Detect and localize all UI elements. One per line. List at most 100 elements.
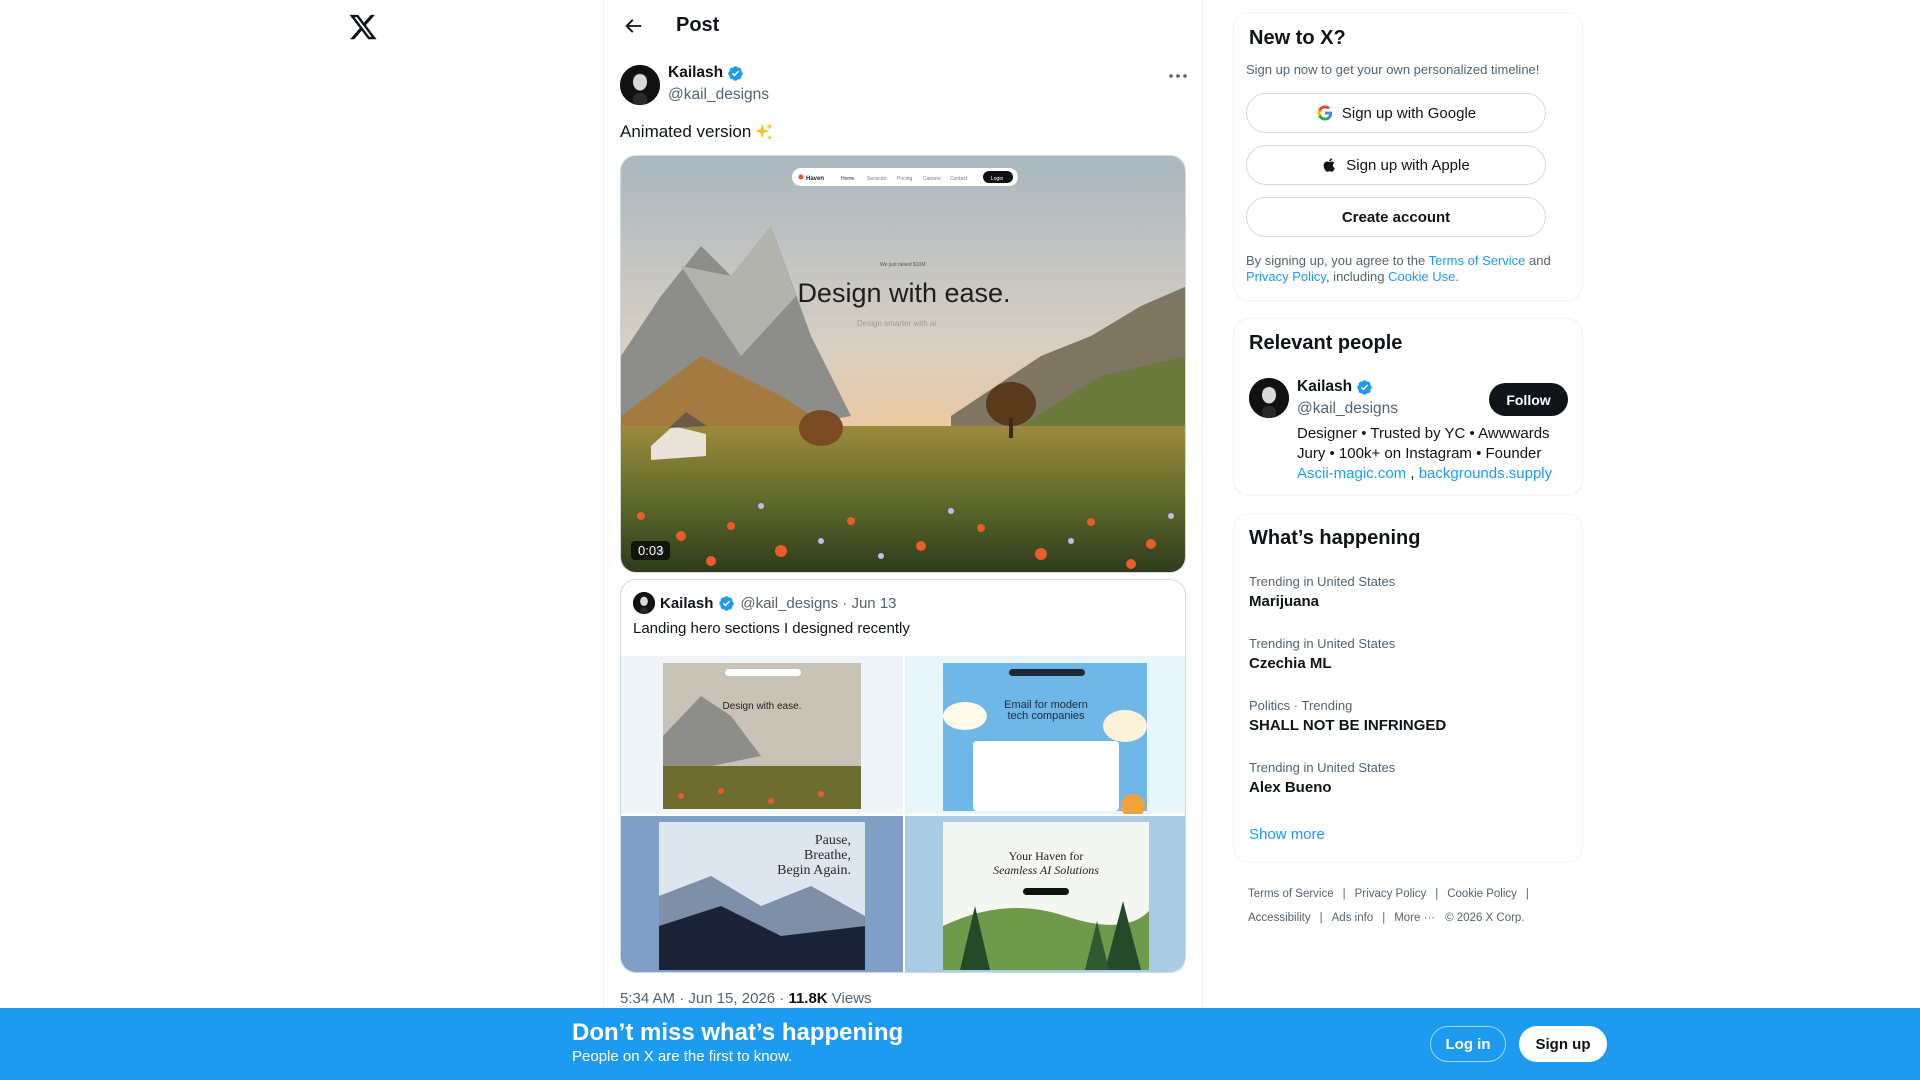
quote-author-name: Kailash bbox=[660, 594, 714, 612]
bio-text: Designer • Trusted by YC • Awwwards Jury… bbox=[1297, 425, 1550, 462]
signup-terms: By signing up, you agree to the Terms of… bbox=[1246, 253, 1576, 285]
login-button[interactable]: Log in bbox=[1430, 1026, 1506, 1062]
relevant-people-title: Relevant people bbox=[1249, 332, 1403, 354]
bottom-signup-banner: Don’t miss what’s happening People on X … bbox=[0, 1008, 1920, 1080]
timestamp-text[interactable]: 5:34 AM · Jun 15, 2026 · bbox=[620, 990, 788, 1007]
post-column: Post Kailash @kail_designs Animated vers… bbox=[603, 0, 1203, 1080]
bio-separator: , bbox=[1406, 465, 1419, 482]
sidebar-footer: Terms of Service | Privacy Policy | Cookie P… bbox=[1248, 882, 1578, 930]
quote-image-4[interactable]: Your Haven for Seamless AI Solutions bbox=[905, 816, 1185, 972]
author-name-text[interactable]: Kailash bbox=[668, 64, 723, 82]
footer-accessibility-link[interactable]: Accessibility bbox=[1248, 912, 1311, 924]
post-text-content: Animated version bbox=[620, 122, 752, 141]
show-more-link[interactable]: Show more bbox=[1249, 826, 1325, 843]
cookie-use-link[interactable]: Cookie Use bbox=[1388, 269, 1455, 284]
video-duration: 0:03 bbox=[631, 541, 671, 560]
post-header: Post bbox=[604, 0, 1204, 53]
create-account-label: Create account bbox=[1341, 208, 1451, 226]
media-subline: Design smarter with ai bbox=[857, 319, 936, 328]
footer-more-link[interactable]: More ··· bbox=[1394, 912, 1435, 924]
post-video[interactable]: Haven Home Services Pricing Careers Cont… bbox=[620, 155, 1186, 573]
media-nav-cta: Login bbox=[991, 176, 1003, 182]
signup-google-button[interactable]: Sign up with Google bbox=[1246, 93, 1546, 133]
footer-separator: | bbox=[1525, 888, 1529, 900]
tile-4-line-2: Seamless AI Solutions bbox=[993, 863, 1099, 877]
quote-image-grid: Design with ease. Email for modern tech … bbox=[621, 656, 1185, 972]
signup-google-label: Sign up with Google bbox=[1341, 104, 1477, 122]
footer-cookie-link[interactable]: Cookie Policy bbox=[1447, 888, 1517, 900]
terms-text: . bbox=[1455, 269, 1459, 284]
signup-card-subtitle: Sign up now to get your own personalized… bbox=[1246, 62, 1540, 77]
media-nav-item: Careers bbox=[923, 176, 941, 182]
media-nav-item: Home bbox=[841, 176, 855, 182]
privacy-policy-link[interactable]: Privacy Policy bbox=[1246, 269, 1326, 284]
more-options-icon[interactable] bbox=[1166, 64, 1190, 88]
trend-item[interactable]: Trending in United States Czechia ML bbox=[1249, 636, 1569, 672]
footer-separator: | bbox=[1382, 912, 1386, 924]
footer-separator: | bbox=[1435, 888, 1439, 900]
follow-button[interactable]: Follow bbox=[1489, 383, 1568, 416]
quote-image-3[interactable]: Pause, Breathe, Begin Again. bbox=[621, 816, 903, 972]
post-timestamp: 5:34 AM · Jun 15, 2026 · 11.8K Views bbox=[620, 990, 872, 1007]
trend-item[interactable]: Trending in United States Alex Bueno bbox=[1249, 760, 1569, 796]
trend-category: Politics · Trending bbox=[1249, 698, 1353, 713]
terms-text: , including bbox=[1325, 269, 1389, 284]
author-handle[interactable]: @kail_designs bbox=[668, 86, 769, 104]
trend-item[interactable]: Trending in United States Marijuana bbox=[1249, 574, 1569, 610]
footer-separator: | bbox=[1342, 888, 1346, 900]
footer-ads-link[interactable]: Ads info bbox=[1332, 912, 1374, 924]
verified-badge-icon bbox=[728, 65, 743, 81]
terms-text: By signing up, you agree to the bbox=[1246, 253, 1429, 268]
relevant-person-avatar[interactable] bbox=[1249, 378, 1289, 418]
author-avatar[interactable] bbox=[620, 65, 660, 105]
bio-link-ascii-magic[interactable]: Ascii-magic.com bbox=[1297, 465, 1406, 482]
apple-icon bbox=[1323, 158, 1336, 172]
media-pill: We just raised $10M bbox=[880, 262, 925, 268]
trend-name: Marijuana bbox=[1249, 593, 1320, 610]
quote-header: Kailash @kail_designs · Jun 13 bbox=[633, 592, 897, 614]
page-title: Post bbox=[676, 14, 720, 36]
banner-title: Don’t miss what’s happening bbox=[572, 1019, 904, 1046]
tile-3-line-1: Pause, bbox=[815, 833, 851, 848]
relevant-person-bio: Designer • Trusted by YC • Awwwards Jury… bbox=[1297, 424, 1577, 484]
terms-of-service-link[interactable]: Terms of Service bbox=[1429, 253, 1526, 268]
back-arrow-icon[interactable] bbox=[622, 15, 644, 37]
trend-name: Alex Bueno bbox=[1249, 779, 1332, 796]
footer-privacy-link[interactable]: Privacy Policy bbox=[1355, 888, 1427, 900]
google-icon bbox=[1317, 105, 1333, 121]
quote-text: Landing hero sections I designed recentl… bbox=[633, 620, 910, 637]
footer-terms-link[interactable]: Terms of Service bbox=[1248, 888, 1334, 900]
banner-subtitle: People on X are the first to know. bbox=[572, 1048, 793, 1065]
x-logo-icon[interactable] bbox=[348, 12, 378, 42]
footer-separator: | bbox=[1319, 912, 1323, 924]
tile-2-headline-2: tech companies bbox=[1007, 710, 1085, 722]
signup-apple-button[interactable]: Sign up with Apple bbox=[1246, 145, 1546, 185]
quote-image-1[interactable]: Design with ease. bbox=[621, 656, 903, 814]
trend-name: Czechia ML bbox=[1249, 655, 1332, 672]
bio-link-backgrounds[interactable]: backgrounds.supply bbox=[1419, 465, 1552, 482]
tile-3-line-2: Breathe, bbox=[804, 848, 851, 863]
relevant-person-handle[interactable]: @kail_designs bbox=[1297, 400, 1398, 418]
trend-item[interactable]: Politics · Trending SHALL NOT BE INFRING… bbox=[1249, 698, 1569, 734]
media-nav-item: Services bbox=[867, 176, 887, 182]
tile-1-headline: Design with ease. bbox=[723, 701, 802, 712]
relevant-person-name[interactable]: Kailash bbox=[1297, 378, 1373, 396]
trend-category: Trending in United States bbox=[1249, 574, 1396, 589]
signup-card-title: New to X? bbox=[1249, 27, 1346, 49]
trend-name: SHALL NOT BE INFRINGED bbox=[1249, 717, 1447, 734]
footer-copyright: © 2026 X Corp. bbox=[1445, 912, 1525, 924]
post-text: Animated version bbox=[620, 121, 775, 143]
tile-3-line-3: Begin Again. bbox=[777, 863, 851, 878]
quote-image-2[interactable]: Email for modern tech companies bbox=[905, 656, 1185, 814]
signup-button[interactable]: Sign up bbox=[1519, 1026, 1607, 1062]
relevant-person-name-text[interactable]: Kailash bbox=[1297, 378, 1352, 396]
media-headline: Design with ease. bbox=[797, 278, 1010, 308]
trend-category: Trending in United States bbox=[1249, 636, 1396, 651]
views-count: 11.8K bbox=[788, 990, 828, 1007]
signup-card: New to X? Sign up now to get your own pe… bbox=[1233, 12, 1583, 301]
create-account-button[interactable]: Create account bbox=[1246, 197, 1546, 237]
signup-apple-label: Sign up with Apple bbox=[1346, 156, 1470, 174]
author-name[interactable]: Kailash bbox=[668, 64, 744, 82]
quoted-post[interactable]: Kailash @kail_designs · Jun 13 Landing h… bbox=[620, 579, 1186, 973]
whats-happening-title: What’s happening bbox=[1249, 527, 1421, 549]
